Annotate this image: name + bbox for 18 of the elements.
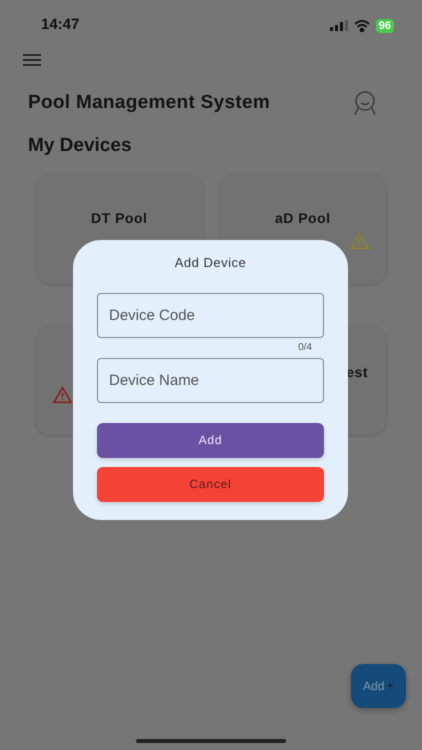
text-field[interactable]: Device Name [97, 358, 324, 402]
wifi-icon [354, 20, 370, 32]
plus-icon: + [386, 676, 394, 696]
device-name: aD Pool [274, 209, 331, 228]
add-fab[interactable]: Add+ [351, 664, 406, 708]
section-title: My Devices [28, 134, 132, 156]
avatar-icon[interactable] [352, 90, 378, 116]
status-time: 14:47 [41, 15, 80, 36]
battery-indicator: 96 [376, 18, 394, 32]
fab-label: Add [363, 678, 384, 695]
device-name: DT Pool [91, 209, 148, 228]
add-button[interactable]: Add [97, 422, 324, 458]
cancel-button[interactable]: Cancel [97, 466, 324, 502]
app-title: Pool Management System [28, 91, 270, 115]
menu-icon[interactable] [23, 54, 41, 66]
character-counter: 0/4 [298, 341, 312, 355]
text-field[interactable]: Device Code [97, 292, 324, 338]
signal-icon [330, 20, 348, 31]
